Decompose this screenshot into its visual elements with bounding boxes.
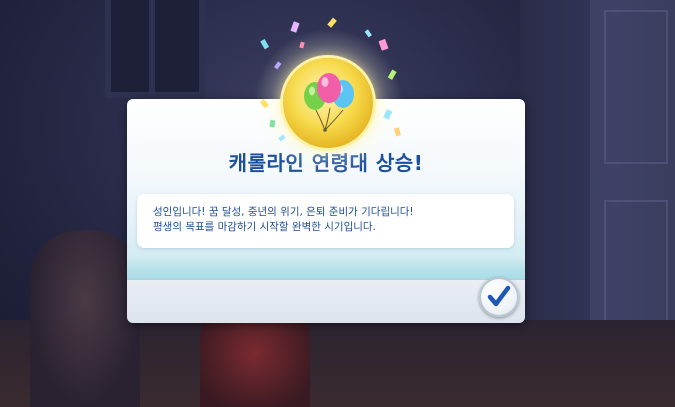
game-scene: 캐롤라인 연령대 상승! 성인입니다! 꿈 달성, 중년의 위기, 은퇴 준비가… [0, 0, 675, 407]
balloons-icon [283, 58, 373, 148]
